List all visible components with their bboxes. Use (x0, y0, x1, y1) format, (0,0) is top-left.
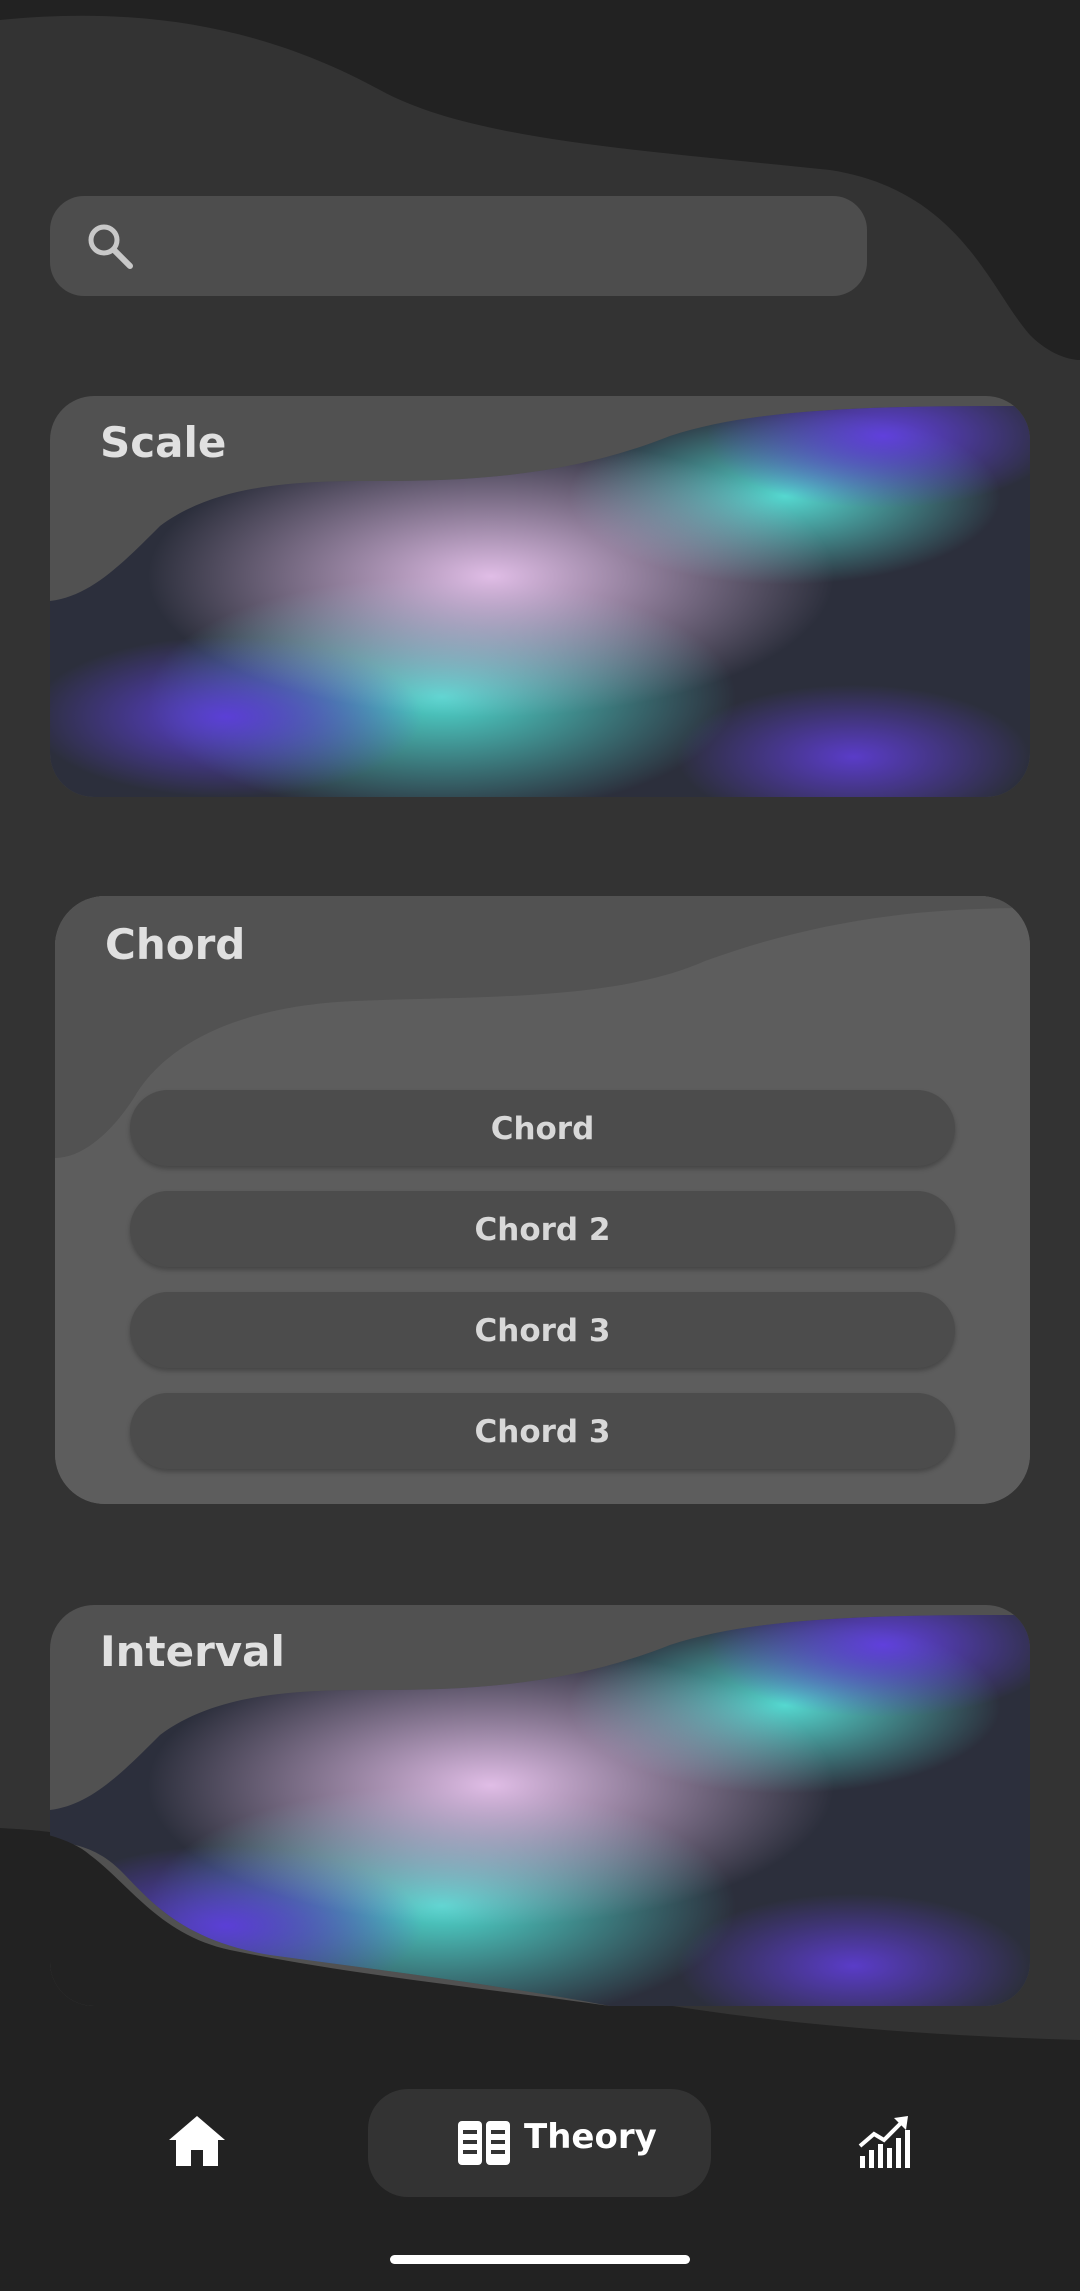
stats-icon (858, 2116, 910, 2168)
interval-card-title: Interval (100, 1627, 285, 1676)
nav-home-button[interactable] (165, 2110, 229, 2174)
chord-item-3[interactable]: Chord 3 (130, 1292, 955, 1368)
book-icon (458, 2121, 510, 2165)
search-bar[interactable] (50, 196, 867, 298)
home-icon (169, 2116, 225, 2166)
nav-theory-label: Theory (524, 2117, 657, 2157)
nav-stats-button[interactable] (858, 2116, 910, 2168)
scale-card-title: Scale (100, 418, 227, 467)
chord-card-title: Chord (105, 920, 246, 969)
chord-item-2[interactable]: Chord 2 (130, 1191, 955, 1267)
search-icon (88, 224, 133, 269)
chord-item-1[interactable]: Chord (130, 1090, 955, 1166)
chord-item-4[interactable]: Chord 3 (130, 1393, 955, 1469)
search-input[interactable] (160, 196, 837, 298)
scale-card[interactable]: Scale (50, 396, 1030, 797)
nav-theory-button[interactable]: Theory (368, 2089, 711, 2197)
interval-card[interactable]: Interval (50, 1605, 1030, 2006)
chord-card: Chord Chord Chord 2 Chord 3 Chord 3 (55, 896, 1030, 1504)
home-indicator (390, 2255, 690, 2264)
